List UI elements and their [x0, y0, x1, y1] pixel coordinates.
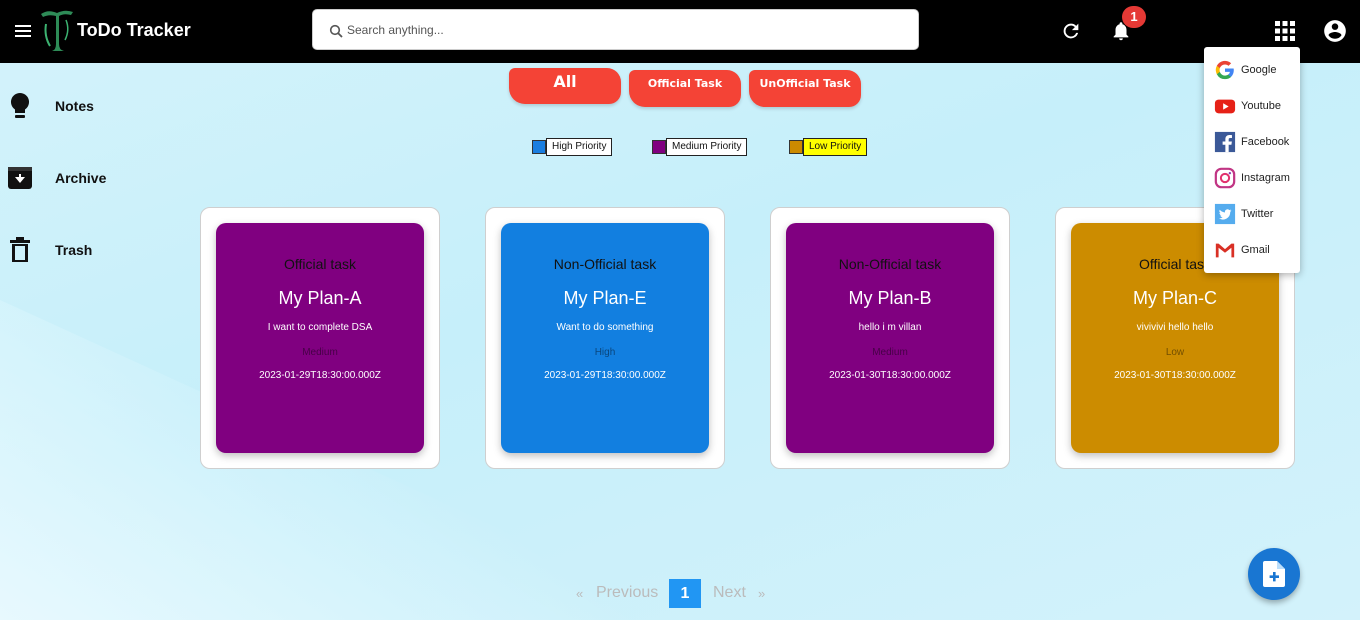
- legend-label: Medium Priority: [666, 138, 748, 156]
- task-title: My Plan-C: [1132, 288, 1217, 308]
- menu-icon[interactable]: [15, 25, 31, 37]
- task-description: hello i m villan: [858, 322, 922, 333]
- task-type: Non-Official task: [838, 256, 942, 272]
- task-description: I want to complete DSA: [267, 322, 373, 333]
- refresh-icon[interactable]: [1060, 20, 1082, 42]
- search-bar[interactable]: [312, 9, 919, 50]
- task-description: vivivivi hello hello: [1136, 322, 1214, 333]
- legend-label: Low Priority: [803, 138, 868, 156]
- task-type: Non-Official task: [553, 256, 657, 272]
- task-card[interactable]: Non-Official task My Plan-E Want to do s…: [501, 223, 709, 453]
- add-note-button[interactable]: [1248, 548, 1300, 600]
- tab-unofficial-task[interactable]: UnOfficial Task: [749, 70, 861, 107]
- task-card-container: Non-Official task My Plan-B hello i m vi…: [770, 207, 1010, 469]
- task-priority: High: [594, 347, 616, 358]
- search-icon: [329, 24, 343, 38]
- pagination-page-1[interactable]: 1: [669, 579, 701, 608]
- sidebar-item-label: Archive: [55, 170, 107, 186]
- sidebar-item-trash[interactable]: Trash: [0, 230, 180, 270]
- pagination-next[interactable]: Next: [713, 584, 746, 614]
- task-card[interactable]: Official task My Plan-A I want to comple…: [216, 223, 424, 453]
- gmail-icon: [1215, 243, 1235, 258]
- instagram-icon: [1214, 167, 1236, 189]
- archive-icon: [8, 167, 32, 189]
- apps-menu-label: Gmail: [1241, 244, 1270, 256]
- task-card-container: Official task My Plan-A I want to comple…: [200, 207, 440, 469]
- apps-menu-label: Twitter: [1241, 208, 1274, 220]
- task-date: 2023-01-29T18:30:00.000Z: [259, 370, 381, 381]
- task-date: 2023-01-29T18:30:00.000Z: [544, 370, 666, 381]
- task-date: 2023-01-30T18:30:00.000Z: [829, 370, 951, 381]
- legend-swatch: [652, 140, 666, 154]
- account-icon[interactable]: [1322, 18, 1348, 44]
- apps-menu-label: Google: [1241, 64, 1277, 76]
- tab-all[interactable]: All: [509, 68, 621, 104]
- tab-official-task[interactable]: Official Task: [629, 70, 741, 107]
- apps-grid-icon[interactable]: [1275, 21, 1295, 41]
- youtube-icon: [1214, 99, 1236, 114]
- facebook-icon: [1214, 131, 1236, 153]
- task-description: Want to do something: [556, 322, 654, 333]
- notification-badge: 1: [1122, 6, 1146, 28]
- task-type: Official task: [283, 256, 357, 272]
- pagination-previous[interactable]: Previous: [596, 584, 658, 614]
- search-input[interactable]: [347, 18, 897, 42]
- task-title: My Plan-B: [848, 288, 932, 308]
- twitter-icon: [1214, 203, 1236, 225]
- apps-menu-label: Facebook: [1241, 136, 1290, 148]
- lightbulb-icon: [10, 92, 30, 118]
- trash-icon: [10, 237, 30, 262]
- sidebar-item-archive[interactable]: Archive: [0, 158, 180, 198]
- sidebar-item-notes[interactable]: Notes: [0, 86, 180, 126]
- task-date: 2023-01-30T18:30:00.000Z: [1114, 370, 1236, 381]
- app-logo: [41, 10, 73, 51]
- apps-menu-item-twitter[interactable]: Twitter: [1204, 198, 1300, 228]
- pagination-first[interactable]: «: [576, 586, 583, 616]
- task-priority: Low: [1165, 347, 1185, 358]
- apps-dropdown-menu: Google Youtube Facebook Instagram Twitte…: [1204, 47, 1300, 273]
- apps-menu-item-google[interactable]: Google: [1204, 54, 1300, 84]
- legend-label: High Priority: [546, 138, 613, 156]
- apps-menu-item-gmail[interactable]: Gmail: [1204, 234, 1300, 264]
- task-priority: Medium: [872, 347, 908, 358]
- sidebar-item-label: Trash: [55, 242, 93, 258]
- apps-menu-item-youtube[interactable]: Youtube: [1204, 90, 1300, 120]
- add-document-icon: [1263, 561, 1285, 587]
- task-title: My Plan-E: [563, 288, 647, 308]
- apps-menu-label: Youtube: [1241, 100, 1281, 112]
- task-priority: Medium: [302, 347, 338, 358]
- top-bar: ToDo Tracker 1: [0, 0, 1360, 63]
- apps-menu-item-facebook[interactable]: Facebook: [1204, 126, 1300, 156]
- legend-swatch: [789, 140, 803, 154]
- legend-swatch: [532, 140, 546, 154]
- task-title: My Plan-A: [278, 288, 362, 308]
- google-icon: [1215, 60, 1234, 80]
- sidebar-item-label: Notes: [55, 98, 94, 114]
- task-card-container: Non-Official task My Plan-E Want to do s…: [485, 207, 725, 469]
- app-title: ToDo Tracker: [77, 20, 191, 40]
- apps-menu-item-instagram[interactable]: Instagram: [1204, 162, 1300, 192]
- pagination-last[interactable]: »: [758, 586, 765, 616]
- apps-menu-label: Instagram: [1241, 172, 1290, 184]
- task-card[interactable]: Non-Official task My Plan-B hello i m vi…: [786, 223, 994, 453]
